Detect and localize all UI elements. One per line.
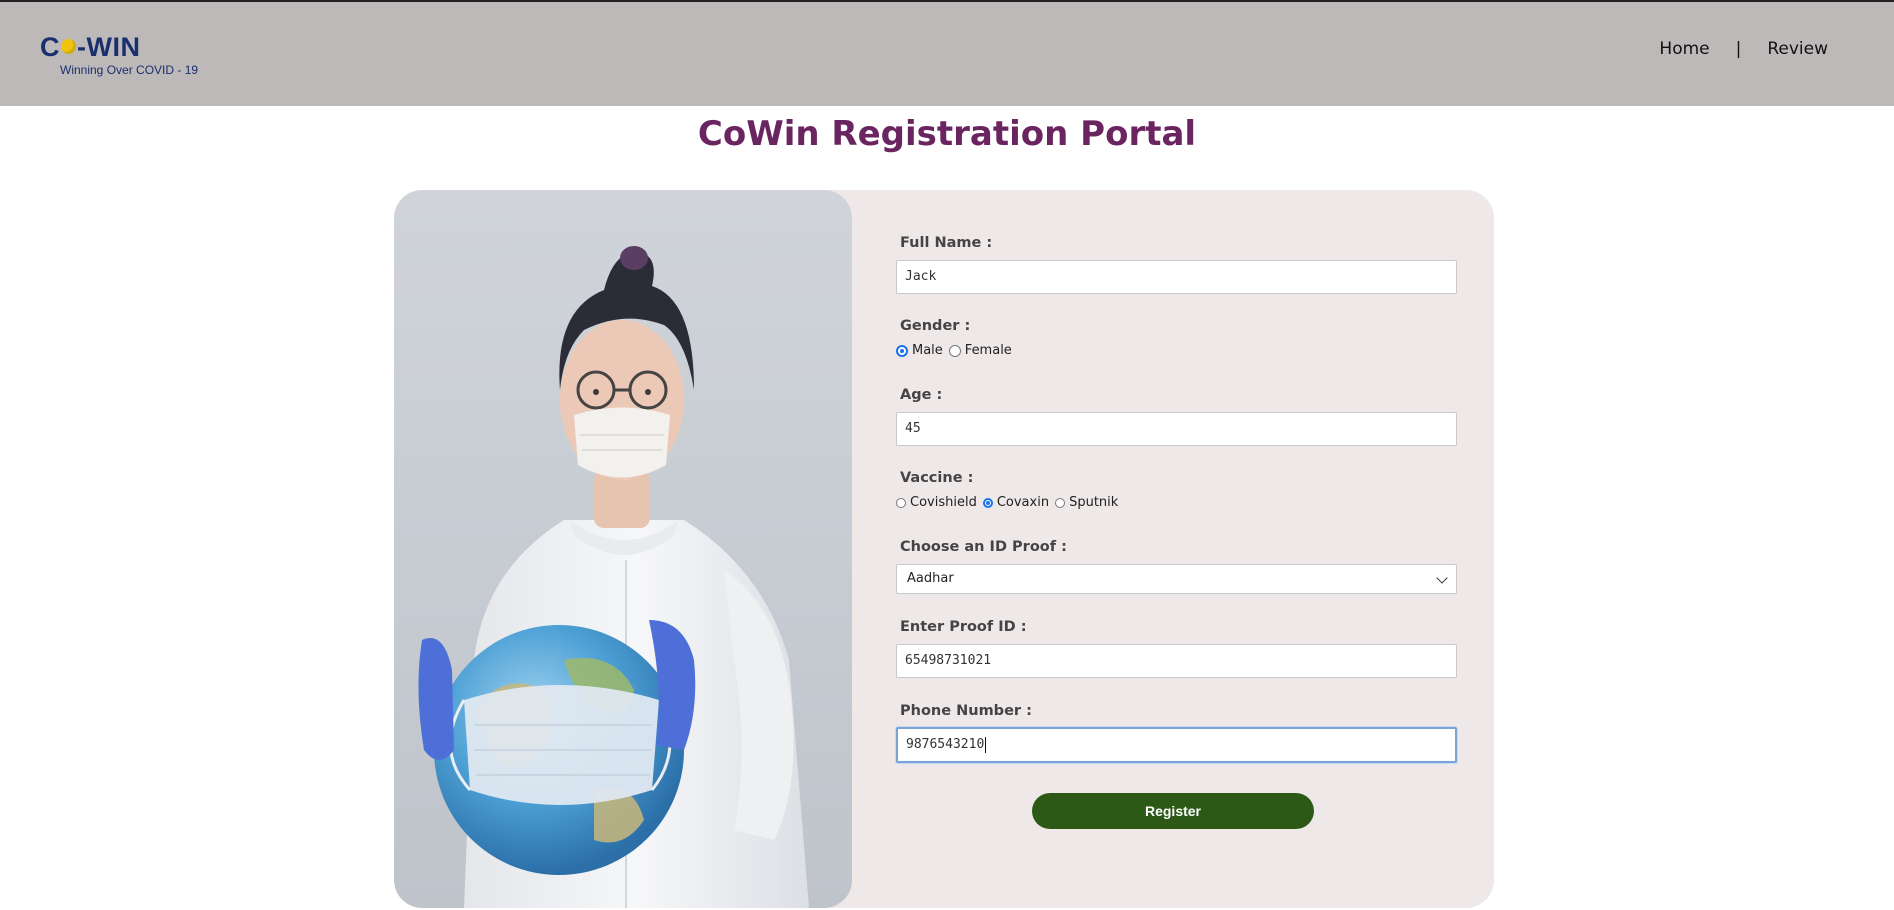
proof-id-label: Enter Proof ID : [900,619,1027,635]
chevron-down-icon [1436,572,1448,584]
phone-number-value: 9876543210 [906,737,985,752]
vaccine-radio-group: Covishield Covaxin Sputnik [896,495,1124,510]
id-proof-label: Choose an ID Proof : [900,539,1067,555]
logo-wordmark: C -WIN [40,32,198,62]
age-input[interactable]: 45 [896,412,1457,446]
vaccine-covishield-label[interactable]: Covishield [910,495,977,510]
logo-letter-c: C [40,32,60,62]
phone-number-label: Phone Number : [900,703,1032,719]
id-proof-selected-value: Aadhar [907,571,954,586]
register-button[interactable]: Register [1032,793,1314,829]
page-title: CoWin Registration Portal [697,114,1197,154]
vaccine-label: Vaccine : [900,470,974,486]
gender-label: Gender : [900,318,971,334]
vaccine-sputnik-radio[interactable] [1055,497,1066,508]
proof-id-value: 65498731021 [905,653,992,668]
top-navbar: C -WIN Winning Over COVID - 19 Home | Rev… [0,0,1894,106]
gender-radio-group: Male Female [896,343,1018,358]
nav-review-link[interactable]: Review [1767,39,1828,59]
full-name-value: Jack [905,269,937,284]
vaccine-covaxin-label[interactable]: Covaxin [997,495,1049,510]
text-caret [985,736,987,753]
nav-links: Home | Review [1659,39,1828,59]
gender-male-radio[interactable] [896,344,908,357]
full-name-label: Full Name : [900,235,993,251]
nav-separator: | [1735,39,1742,59]
vaccine-covaxin-radio[interactable] [982,497,993,508]
gender-female-label[interactable]: Female [965,343,1012,358]
vaccine-sputnik-label[interactable]: Sputnik [1069,495,1118,510]
logo-letters-win: -WIN [77,32,141,62]
gender-female-radio[interactable] [948,344,961,357]
gender-male-label[interactable]: Male [912,343,943,358]
full-name-input[interactable]: Jack [896,260,1457,294]
registration-card: Full Name : Jack Gender : Male Female Ag… [394,190,1494,908]
health-worker-photo [394,190,852,908]
phone-number-input[interactable]: 9876543210 [896,727,1457,763]
id-proof-select[interactable]: Aadhar [896,564,1457,594]
nav-home-link[interactable]: Home [1659,39,1709,59]
health-worker-illustration [418,246,809,908]
proof-id-input[interactable]: 65498731021 [896,644,1457,678]
logo-dot-icon [61,39,76,55]
cowin-logo[interactable]: C -WIN Winning Over COVID - 19 [40,32,198,77]
vaccine-covishield-radio[interactable] [896,497,906,508]
logo-tagline: Winning Over COVID - 19 [60,63,199,77]
age-label: Age : [900,387,943,403]
age-value: 45 [905,421,921,436]
